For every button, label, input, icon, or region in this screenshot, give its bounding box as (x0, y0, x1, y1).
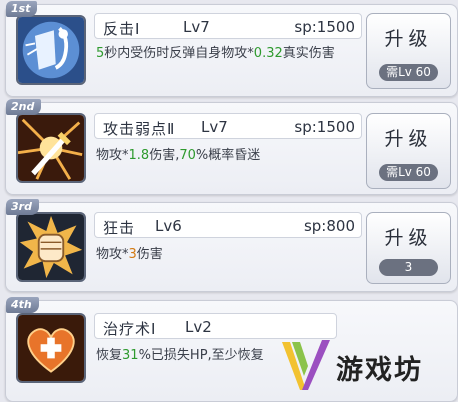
desc-text: 物攻* (96, 148, 129, 163)
skill-level: Lv7 (201, 118, 228, 136)
skill-description: 物攻*3伤害 (96, 244, 359, 265)
skill-header: 攻击弱点Ⅱ Lv7 sp:1500 (94, 113, 362, 139)
skill-level: Lv2 (185, 318, 212, 336)
rank-badge: 2nd (6, 99, 42, 115)
skill-name: 攻击弱点Ⅱ (103, 120, 176, 138)
desc-value: 31 (122, 348, 139, 363)
skill-name: 治疗术Ⅰ (103, 320, 157, 338)
skill-card-3: 3rd 狂击 Lv6 sp:800 物攻*3伤害 升级 3 (5, 199, 458, 292)
skill-description: 物攻*1.8伤害,70%概率昏迷 (96, 145, 359, 166)
desc-text: 物攻* (96, 247, 129, 262)
desc-text: %已损失HP,至少恢复 (138, 348, 264, 363)
desc-text: 真实伤害 (282, 46, 335, 61)
skill-name: 反击Ⅰ (103, 20, 141, 38)
skill-name: 狂击 (103, 219, 136, 237)
skill-level: Lv6 (155, 217, 182, 235)
heart-heal-icon (16, 313, 86, 383)
sword-burst-icon (16, 113, 86, 183)
desc-text: %概率昏迷 (195, 148, 261, 163)
skill-header: 反击Ⅰ Lv7 sp:1500 (94, 13, 362, 39)
desc-value: 1.8 (128, 148, 150, 163)
rank-badge: 3rd (6, 199, 39, 215)
upgrade-label: 升级 (384, 227, 433, 249)
skill-level: Lv7 (183, 18, 210, 36)
desc-text: 伤害 (136, 247, 163, 262)
skill-sp-cost: sp:800 (303, 217, 355, 235)
upgrade-button[interactable]: 升级 3 (366, 212, 451, 284)
desc-value: 70 (179, 148, 196, 163)
watermark: 游戏坊 (278, 336, 448, 396)
upgrade-label: 升级 (384, 28, 433, 50)
skill-description: 5秒内受伤时反弹自身物攻*0.32真实伤害 (96, 43, 359, 64)
desc-value: 3 (128, 247, 137, 262)
level-requirement: 需Lv 60 (379, 64, 438, 81)
skill-description: 恢复31%已损失HP,至少恢复 (96, 345, 287, 366)
fist-burst-icon (16, 212, 86, 282)
watermark-text: 游戏坊 (336, 355, 423, 386)
skill-card-2: 2nd 攻击弱点Ⅱ Lv7 sp:1500 物攻*1.8伤害,70%概率昏迷 升… (5, 99, 458, 195)
desc-text: 伤害, (149, 148, 180, 163)
rank-badge: 4th (6, 297, 39, 313)
level-requirement: 需Lv 60 (379, 164, 438, 181)
rank-badge: 1st (6, 1, 38, 17)
skill-sp-cost: sp:1500 (294, 118, 355, 136)
desc-text: 秒内受伤时反弹自身物攻* (104, 46, 254, 61)
upgrade-cost: 3 (379, 259, 438, 276)
upgrade-button[interactable]: 升级 需Lv 60 (366, 113, 451, 189)
desc-value: 0.32 (253, 46, 283, 61)
desc-text: 恢复 (96, 348, 123, 363)
skill-header: 狂击 Lv6 sp:800 (94, 212, 362, 238)
skill-sp-cost: sp:1500 (294, 18, 355, 36)
shield-reflect-icon (16, 15, 86, 85)
v-logo-icon (282, 340, 330, 390)
upgrade-button[interactable]: 升级 需Lv 60 (366, 13, 451, 89)
upgrade-label: 升级 (384, 128, 433, 150)
skill-card-1: 1st 反击Ⅰ Lv7 sp:1500 5秒内受伤时反弹自身物攻*0.32真实伤… (5, 1, 458, 97)
